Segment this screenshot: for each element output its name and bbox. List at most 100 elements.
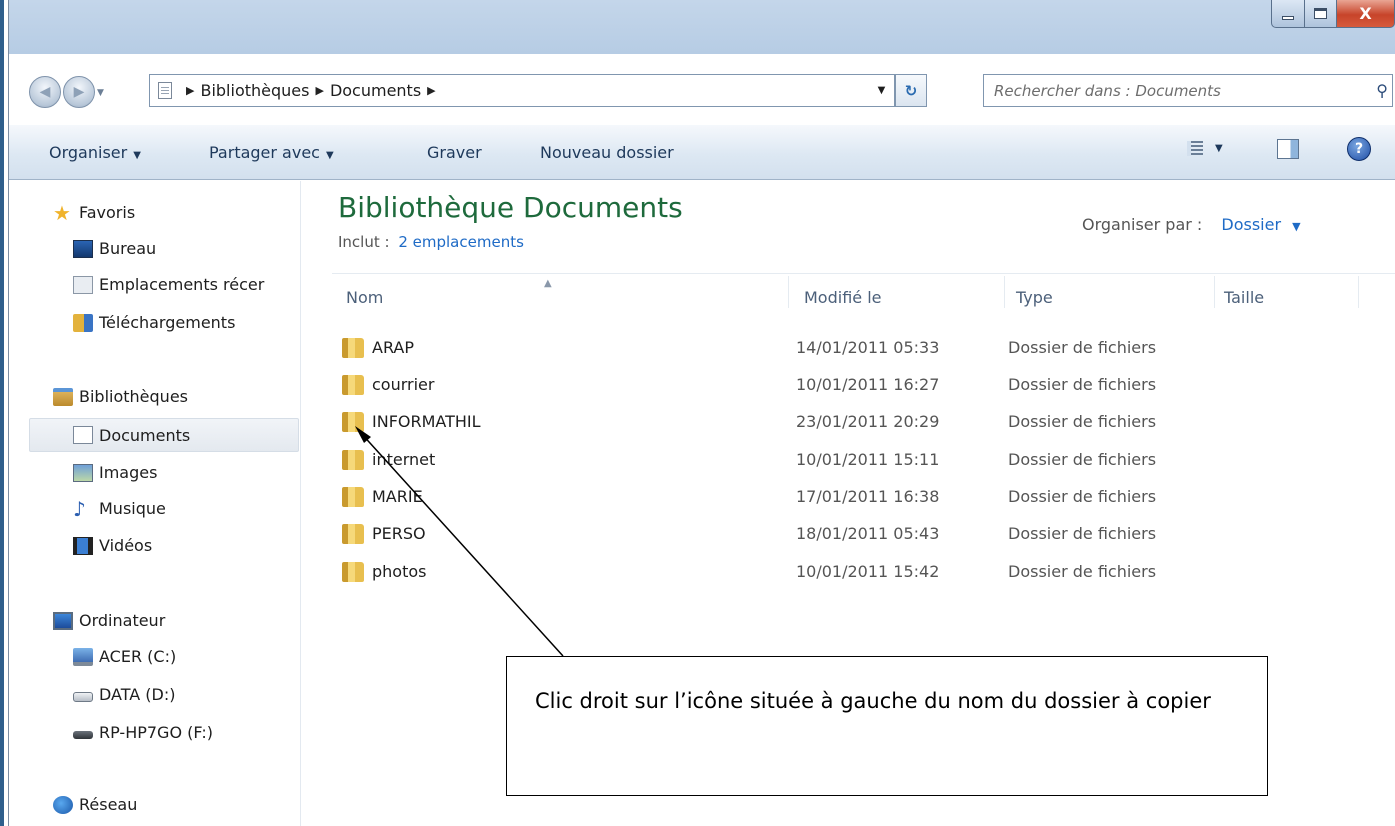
images-icon bbox=[73, 463, 93, 482]
sidebar-item-libraries[interactable]: Bibliothèques bbox=[53, 387, 188, 406]
close-button[interactable]: X bbox=[1337, 0, 1395, 28]
folder-icon[interactable] bbox=[342, 450, 364, 470]
removable-drive-icon bbox=[73, 731, 93, 739]
file-type: Dossier de fichiers bbox=[1008, 338, 1157, 357]
search-input[interactable]: Rechercher dans : Documents ⚲ bbox=[983, 74, 1393, 107]
table-row[interactable]: photos 10/01/2011 15:42 Dossier de fichi… bbox=[342, 558, 1202, 588]
sidebar-item-images[interactable]: Images bbox=[73, 463, 157, 482]
file-modified: 10/01/2011 15:42 bbox=[796, 562, 940, 581]
maximize-button[interactable] bbox=[1305, 0, 1337, 28]
sidebar-item-computer[interactable]: Ordinateur bbox=[53, 611, 165, 630]
column-divider[interactable] bbox=[1004, 276, 1005, 308]
libraries-icon bbox=[53, 387, 73, 406]
breadcrumb-separator-icon[interactable]: ▶ bbox=[315, 84, 323, 97]
folder-icon[interactable] bbox=[342, 412, 364, 432]
maximize-icon bbox=[1314, 8, 1327, 19]
table-row[interactable]: INFORMATHIL 23/01/2011 20:29 Dossier de … bbox=[342, 408, 1202, 438]
search-placeholder: Rechercher dans : Documents bbox=[994, 81, 1221, 100]
address-bar[interactable]: ▶ Bibliothèques ▶ Documents ▶ bbox=[149, 74, 871, 107]
file-name: photos bbox=[372, 562, 427, 581]
hard-drive-icon bbox=[73, 691, 93, 702]
table-row[interactable]: MARIE 17/01/2011 16:38 Dossier de fichie… bbox=[342, 483, 1202, 513]
search-icon[interactable]: ⚲ bbox=[1376, 81, 1388, 100]
chevron-down-icon[interactable]: ▼ bbox=[1292, 220, 1300, 233]
help-icon[interactable]: ? bbox=[1347, 137, 1371, 161]
folder-icon[interactable] bbox=[342, 338, 364, 358]
sidebar-item-desktop[interactable]: Bureau bbox=[73, 239, 156, 258]
column-type[interactable]: Type bbox=[1016, 288, 1053, 307]
sidebar-item-label: Vidéos bbox=[99, 536, 153, 555]
file-modified: 10/01/2011 15:11 bbox=[796, 450, 940, 469]
share-label: Partager avec bbox=[209, 143, 320, 162]
folder-icon[interactable] bbox=[342, 562, 364, 582]
file-type: Dossier de fichiers bbox=[1008, 450, 1157, 469]
page-icon bbox=[158, 82, 172, 99]
music-note-icon: ♪ bbox=[73, 496, 86, 521]
file-name: internet bbox=[372, 450, 436, 469]
folder-icon[interactable] bbox=[342, 524, 364, 544]
refresh-button[interactable]: ↻ bbox=[895, 74, 927, 107]
table-row[interactable]: PERSO 18/01/2011 05:43 Dossier de fichie… bbox=[342, 520, 1202, 550]
forward-arrow-icon: ▶ bbox=[73, 84, 85, 100]
library-locations: Inclut : 2 emplacements bbox=[338, 233, 524, 251]
sidebar-item-drive-d[interactable]: DATA (D:) bbox=[73, 685, 176, 704]
downloads-folder-icon bbox=[73, 313, 93, 332]
sidebar-item-label: Documents bbox=[99, 425, 191, 445]
new-folder-button[interactable]: Nouveau dossier bbox=[540, 143, 674, 162]
share-with-menu-button[interactable]: Partager avec ▼ bbox=[209, 143, 334, 162]
system-drive-icon bbox=[73, 647, 93, 666]
sidebar-item-downloads[interactable]: Téléchargements bbox=[73, 313, 235, 332]
column-name[interactable]: Nom bbox=[346, 288, 383, 307]
file-type: Dossier de fichiers bbox=[1008, 375, 1157, 394]
organize-label: Organiser bbox=[49, 143, 128, 162]
burn-button[interactable]: Graver bbox=[427, 143, 482, 162]
column-size[interactable]: Taille bbox=[1224, 288, 1264, 307]
table-row[interactable]: courrier 10/01/2011 16:27 Dossier de fic… bbox=[342, 371, 1202, 401]
sidebar-item-label: Favoris bbox=[79, 203, 136, 222]
star-icon: ★ bbox=[53, 200, 71, 225]
sidebar-item-recent-places[interactable]: Emplacements récer bbox=[73, 275, 264, 294]
breadcrumb-separator-icon[interactable]: ▶ bbox=[186, 84, 194, 97]
back-button[interactable]: ◀ bbox=[29, 76, 61, 108]
column-header: ▲ Nom Modifié le Type Taille bbox=[332, 273, 1395, 309]
desktop-icon bbox=[73, 239, 93, 258]
column-divider[interactable] bbox=[1358, 276, 1359, 308]
file-type: Dossier de fichiers bbox=[1008, 524, 1157, 543]
folder-icon[interactable] bbox=[342, 375, 364, 395]
sidebar-item-videos[interactable]: Vidéos bbox=[73, 536, 152, 555]
view-options-chevron-icon[interactable]: ▼ bbox=[1215, 143, 1223, 154]
breadcrumb-documents[interactable]: Documents bbox=[330, 81, 421, 100]
column-modified[interactable]: Modifié le bbox=[804, 288, 882, 307]
sidebar-item-music[interactable]: ♪ Musique bbox=[73, 496, 166, 521]
sidebar-item-network[interactable]: Réseau bbox=[53, 795, 137, 814]
address-history-dropdown[interactable]: ▼ bbox=[869, 74, 895, 107]
breadcrumb-separator-icon[interactable]: ▶ bbox=[427, 84, 435, 97]
recent-pages-dropdown[interactable]: ▼ bbox=[97, 88, 104, 98]
close-icon: X bbox=[1359, 4, 1372, 23]
breadcrumb-libraries[interactable]: Bibliothèques bbox=[200, 81, 309, 100]
table-row[interactable]: internet 10/01/2011 15:11 Dossier de fic… bbox=[342, 446, 1202, 476]
sidebar-item-drive-c[interactable]: ACER (C:) bbox=[73, 647, 176, 666]
folder-icon[interactable] bbox=[342, 487, 364, 507]
column-divider[interactable] bbox=[1214, 276, 1215, 308]
forward-button[interactable]: ▶ bbox=[63, 76, 95, 108]
sidebar-item-favorites[interactable]: ★ Favoris bbox=[53, 200, 136, 225]
preview-pane-icon[interactable] bbox=[1277, 139, 1299, 159]
sidebar-item-label: Musique bbox=[99, 499, 166, 518]
title-bar[interactable]: X bbox=[9, 0, 1395, 54]
organize-menu-button[interactable]: Organiser ▼ bbox=[49, 143, 141, 162]
table-row[interactable]: ARAP 14/01/2011 05:33 Dossier de fichier… bbox=[342, 334, 1202, 364]
desktop-edge bbox=[0, 0, 4, 826]
file-type: Dossier de fichiers bbox=[1008, 562, 1157, 581]
sort-ascending-icon: ▲ bbox=[544, 278, 552, 289]
command-bar: Organiser ▼ Partager avec ▼ Graver Nouveau… bbox=[9, 124, 1395, 180]
library-locations-link[interactable]: 2 emplacements bbox=[398, 233, 524, 251]
arrange-by-dropdown[interactable]: Dossier bbox=[1221, 215, 1281, 234]
minimize-button[interactable] bbox=[1271, 0, 1305, 28]
sidebar-item-label: Réseau bbox=[79, 795, 138, 814]
change-view-icon[interactable] bbox=[1187, 141, 1203, 156]
sidebar-item-documents[interactable]: Documents bbox=[29, 418, 299, 452]
sidebar-item-drive-f[interactable]: RP-HP7GO (F:) bbox=[73, 723, 213, 742]
column-divider[interactable] bbox=[788, 276, 789, 308]
sidebar-item-label: Téléchargements bbox=[99, 313, 236, 332]
